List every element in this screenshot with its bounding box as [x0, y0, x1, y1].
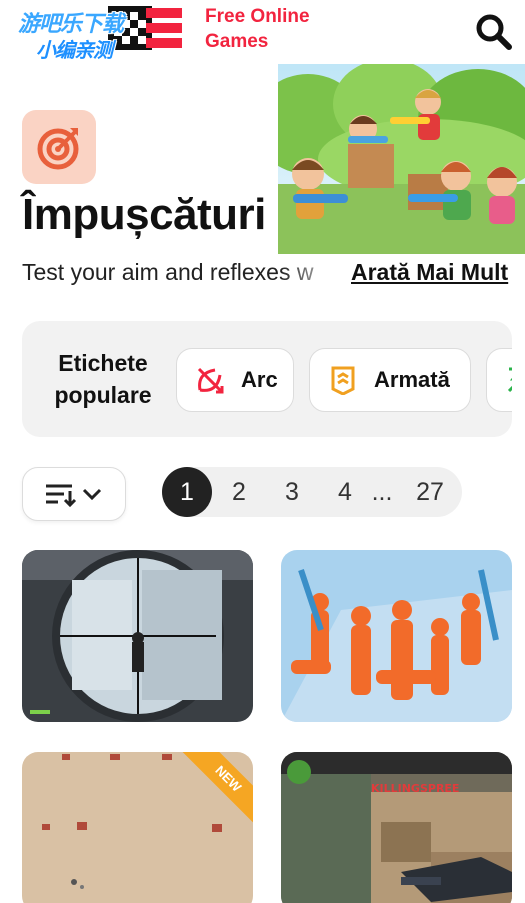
brand-line1: Free Online — [205, 6, 310, 27]
page-2[interactable]: 2 — [224, 467, 254, 517]
show-more-link[interactable]: Arată Mai Mult — [349, 259, 509, 286]
watermark-line2: 小编亲测 — [36, 38, 113, 62]
tag-next[interactable] — [486, 348, 512, 412]
page-27[interactable]: 27 — [408, 467, 452, 517]
bow-arrow-icon — [195, 365, 225, 395]
tag-arc-label: Arc — [241, 367, 278, 392]
fps-thumbnail — [281, 752, 512, 903]
page-1[interactable]: 1 — [162, 467, 212, 517]
game-card-orange-ragdoll[interactable] — [281, 550, 512, 722]
army-rank-icon — [328, 365, 358, 395]
tag-armata-label: Armată — [374, 367, 450, 392]
game-card-sniper[interactable] — [22, 550, 253, 722]
hero-illustration — [278, 64, 525, 254]
sort-icon — [46, 484, 102, 508]
tags-heading: Etichete populare — [54, 350, 152, 408]
page-title: Împușcături — [22, 190, 266, 239]
brand-name[interactable]: Free Online Games — [205, 4, 310, 54]
tag-icon — [505, 365, 512, 395]
hud-killing-spree: KILLINGSPREE — [371, 782, 460, 795]
category-icon-tile — [22, 110, 96, 184]
search-icon — [476, 14, 512, 50]
game-card-counter-strike[interactable]: KILLINGSPREE — [281, 752, 512, 903]
target-icon — [37, 128, 79, 170]
description-fade — [280, 256, 350, 290]
pagination: 1 2 3 4 ... 27 — [162, 467, 462, 517]
sort-button[interactable] — [22, 467, 126, 521]
tag-armata[interactable]: Armată — [309, 348, 471, 412]
tag-arc[interactable]: Arc — [176, 348, 294, 412]
watermark-overlay: 游吧乐下载 小编亲测 — [8, 4, 158, 62]
sniper-scope-thumbnail — [22, 550, 253, 722]
page-3[interactable]: 3 — [277, 467, 307, 517]
game-card-top-down[interactable]: NEW — [22, 752, 253, 903]
page-4[interactable]: 4 — [330, 467, 360, 517]
brand-line2: Games — [205, 31, 269, 52]
search-button[interactable] — [474, 12, 514, 52]
page-ellipsis: ... — [371, 477, 393, 506]
ragdoll-thumbnail — [281, 550, 512, 722]
top-header: 游吧乐下载 小编亲测 Free Online Games — [0, 0, 525, 64]
popular-tags-panel: Etichete populare Arc Armată — [22, 321, 512, 437]
